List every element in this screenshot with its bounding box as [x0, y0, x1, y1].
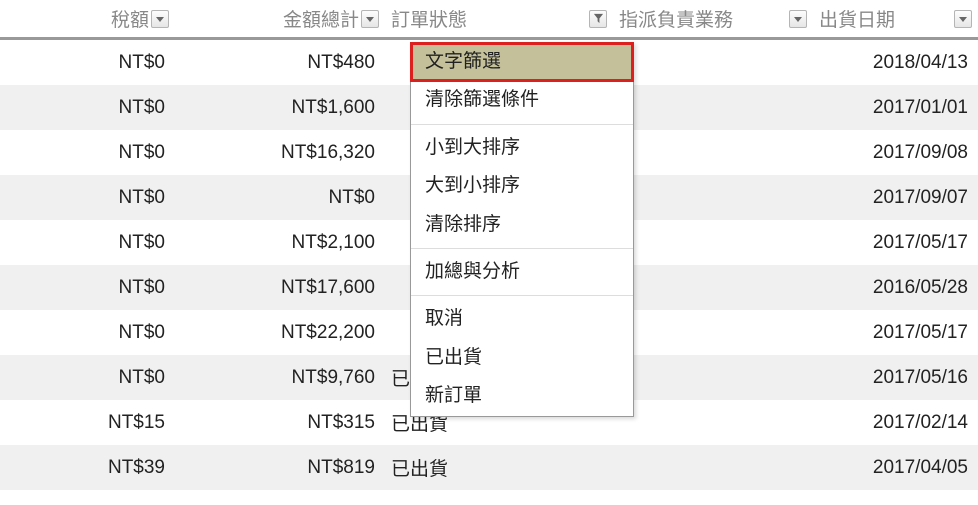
cell-tax: NT$0 — [0, 187, 175, 209]
cell-tax: NT$0 — [0, 52, 175, 74]
column-header-tax: 稅額 — [0, 0, 175, 37]
cell-tax: NT$39 — [0, 457, 175, 479]
column-header-status: 訂單狀態 — [385, 0, 613, 37]
filter-active-status[interactable] — [589, 10, 607, 28]
cell-shipdate: 2017/05/17 — [813, 232, 978, 254]
column-header-assignee: 指派負責業務 — [613, 0, 813, 37]
menu-separator — [411, 124, 633, 125]
column-filter-menu: 文字篩選清除篩選條件小到大排序大到小排序清除排序加總與分析取消已出貨新訂單 — [410, 42, 634, 417]
filter-dropdown-total[interactable] — [361, 10, 379, 28]
cell-shipdate: 2017/04/05 — [813, 457, 978, 479]
filter-dropdown-tax[interactable] — [151, 10, 169, 28]
column-header-assignee-label: 指派負責業務 — [619, 5, 733, 32]
cell-shipdate: 2016/05/28 — [813, 277, 978, 299]
filter-dropdown-shipdate[interactable] — [954, 10, 972, 28]
cell-total: NT$480 — [175, 52, 385, 74]
cell-shipdate: 2017/01/01 — [813, 97, 978, 119]
menu-separator — [411, 248, 633, 249]
cell-tax: NT$0 — [0, 142, 175, 164]
menu-separator — [411, 295, 633, 296]
cell-shipdate: 2018/04/13 — [813, 52, 978, 74]
column-header-total: 金額總計 — [175, 0, 385, 37]
cell-total: NT$1,600 — [175, 97, 385, 119]
funnel-icon — [593, 13, 604, 24]
cell-total: NT$9,760 — [175, 367, 385, 389]
menu-item[interactable]: 加總與分析 — [411, 253, 633, 291]
menu-item[interactable]: 清除排序 — [411, 206, 633, 244]
cell-shipdate: 2017/09/07 — [813, 187, 978, 209]
cell-total: NT$17,600 — [175, 277, 385, 299]
cell-total: NT$2,100 — [175, 232, 385, 254]
menu-item[interactable]: 大到小排序 — [411, 167, 633, 205]
column-header-status-label: 訂單狀態 — [391, 5, 467, 32]
triangle-down-icon — [793, 14, 803, 24]
column-header-tax-label: 稅額 — [111, 5, 149, 32]
column-header-shipdate: 出貨日期 — [813, 0, 978, 37]
menu-item[interactable]: 小到大排序 — [411, 129, 633, 167]
column-header-shipdate-label: 出貨日期 — [819, 5, 895, 32]
cell-total: NT$315 — [175, 412, 385, 434]
triangle-down-icon — [365, 14, 375, 24]
cell-total: NT$0 — [175, 187, 385, 209]
menu-item[interactable]: 清除篩選條件 — [411, 81, 633, 119]
cell-tax: NT$15 — [0, 412, 175, 434]
filter-dropdown-assignee[interactable] — [789, 10, 807, 28]
triangle-down-icon — [958, 14, 968, 24]
table-header-row: 稅額 金額總計 訂單狀態 指派負責業務 出貨日期 — [0, 0, 978, 40]
cell-shipdate: 2017/09/08 — [813, 142, 978, 164]
cell-shipdate: 2017/05/17 — [813, 322, 978, 344]
menu-item[interactable]: 文字篩選 — [411, 43, 633, 81]
cell-tax: NT$0 — [0, 322, 175, 344]
cell-tax: NT$0 — [0, 97, 175, 119]
cell-shipdate: 2017/05/16 — [813, 367, 978, 389]
cell-tax: NT$0 — [0, 367, 175, 389]
cell-tax: NT$0 — [0, 277, 175, 299]
cell-total: NT$819 — [175, 457, 385, 479]
table-row[interactable]: NT$39NT$819已出貨 2017/04/05 — [0, 445, 978, 490]
cell-shipdate: 2017/02/14 — [813, 412, 978, 434]
menu-item[interactable]: 已出貨 — [411, 339, 633, 377]
cell-total: NT$22,200 — [175, 322, 385, 344]
cell-tax: NT$0 — [0, 232, 175, 254]
menu-item[interactable]: 新訂單 — [411, 377, 633, 415]
column-header-total-label: 金額總計 — [283, 5, 359, 32]
cell-total: NT$16,320 — [175, 142, 385, 164]
cell-status: 已出貨 — [385, 454, 613, 481]
menu-item[interactable]: 取消 — [411, 300, 633, 338]
triangle-down-icon — [155, 14, 165, 24]
